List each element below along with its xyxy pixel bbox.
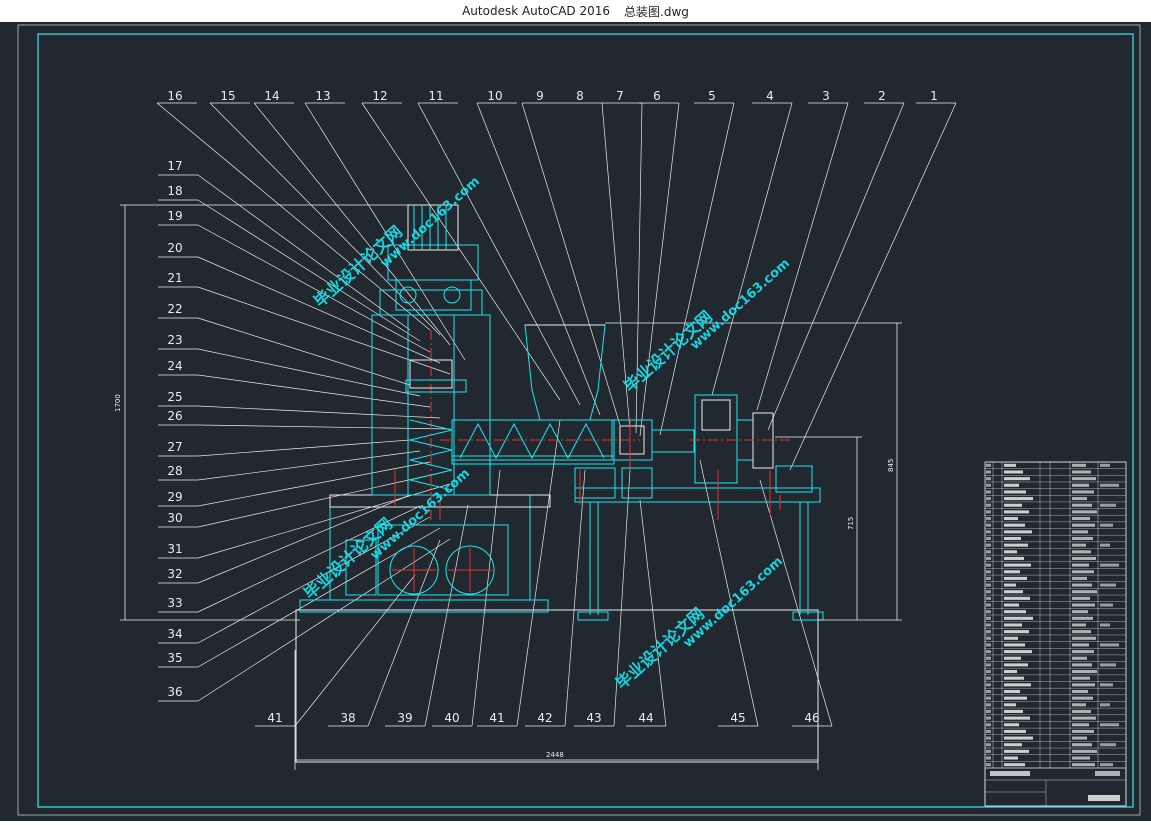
callout-label: 39 <box>397 711 412 725</box>
window-title-bar: Autodesk AutoCAD 2016 总装图.dwg <box>0 0 1151 22</box>
callout-label: 27 <box>167 440 182 454</box>
callout-label: 24 <box>167 359 182 373</box>
callout-label: 13 <box>315 89 330 103</box>
watermark-url-2: www.doc163.com <box>688 256 793 353</box>
callout-label: 26 <box>167 409 182 423</box>
callout-label: 16 <box>167 89 182 103</box>
app-title: Autodesk AutoCAD 2016 <box>462 4 611 18</box>
horizontal-screw-flights <box>459 422 605 460</box>
callout-label: 42 <box>537 711 552 725</box>
callout-label: 36 <box>167 685 182 699</box>
callout-label: 6 <box>653 89 661 103</box>
dim-overall-height: 1700 <box>114 394 122 412</box>
watermark-cn-2: 毕业设计论文网 <box>620 307 716 396</box>
callout-label: 25 <box>167 390 182 404</box>
table-frame <box>984 461 1127 807</box>
right-table <box>574 487 821 503</box>
callout-label: 10 <box>487 89 502 103</box>
callout-label: 7 <box>616 89 624 103</box>
callout-label: 38 <box>340 711 355 725</box>
callout-label: 23 <box>167 333 182 347</box>
callout-label: 4 <box>766 89 774 103</box>
callout-label: 33 <box>167 596 182 610</box>
watermarks: 毕业设计论文网 www.doc163.com 毕业设计论文网 www.doc16… <box>300 174 793 693</box>
callout-label: 11 <box>428 89 443 103</box>
callout-label: 30 <box>167 511 182 525</box>
callout-label: 17 <box>167 159 182 173</box>
callout-label: 2 <box>878 89 886 103</box>
callout-label: 12 <box>372 89 387 103</box>
callout-label: 43 <box>586 711 601 725</box>
dim-inner-height: 715 <box>847 517 855 530</box>
callout-label: 8 <box>576 89 584 103</box>
machine-assembly <box>295 204 824 763</box>
base-frame <box>295 609 819 763</box>
top-callout-labels: 16 15 14 13 12 11 10 9 8 7 6 5 4 3 2 1 <box>156 89 957 471</box>
callout-label: 21 <box>167 271 182 285</box>
callout-label: 41 <box>267 711 282 725</box>
callout-label: 32 <box>167 567 182 581</box>
callout-label: 35 <box>167 651 182 665</box>
callout-label: 3 <box>822 89 830 103</box>
callout-label: 1 <box>930 89 938 103</box>
callout-label: 18 <box>167 184 182 198</box>
callout-label: 15 <box>220 89 235 103</box>
callout-label: 19 <box>167 209 182 223</box>
callout-label: 41 <box>489 711 504 725</box>
callout-label: 44 <box>638 711 653 725</box>
dim-overall-width: 2448 <box>546 751 564 759</box>
callout-label: 46 <box>804 711 819 725</box>
parts-list-table <box>984 461 1127 807</box>
coupling <box>651 429 695 453</box>
dim-right-height: 845 <box>887 459 895 472</box>
file-name: 总装图.dwg <box>624 4 689 19</box>
cad-drawing: 16 15 14 13 12 11 10 9 8 7 6 5 4 3 2 1 1718192021222324… <box>17 24 1141 816</box>
drawing-canvas[interactable]: 16 15 14 13 12 11 10 9 8 7 6 5 4 3 2 1 17 18 19 20 21 22 23 24… <box>0 22 1151 821</box>
callout-label: 34 <box>167 627 182 641</box>
callout-label: 40 <box>444 711 459 725</box>
callout-label: 9 <box>536 89 544 103</box>
callout-label: 31 <box>167 542 182 556</box>
watermark-url-4: www.doc163.com <box>681 554 786 651</box>
callout-label: 20 <box>167 241 182 255</box>
callout-label: 5 <box>708 89 716 103</box>
callout-label: 22 <box>167 302 182 316</box>
feed-hopper <box>524 324 606 421</box>
watermark-cn-4: 毕业设计论文网 <box>612 604 708 693</box>
callout-label: 14 <box>264 89 279 103</box>
callout-label: 28 <box>167 464 182 478</box>
callout-label: 29 <box>167 490 182 504</box>
gear-reducer <box>379 289 483 316</box>
main-reducer <box>694 394 738 484</box>
callout-label: 45 <box>730 711 745 725</box>
